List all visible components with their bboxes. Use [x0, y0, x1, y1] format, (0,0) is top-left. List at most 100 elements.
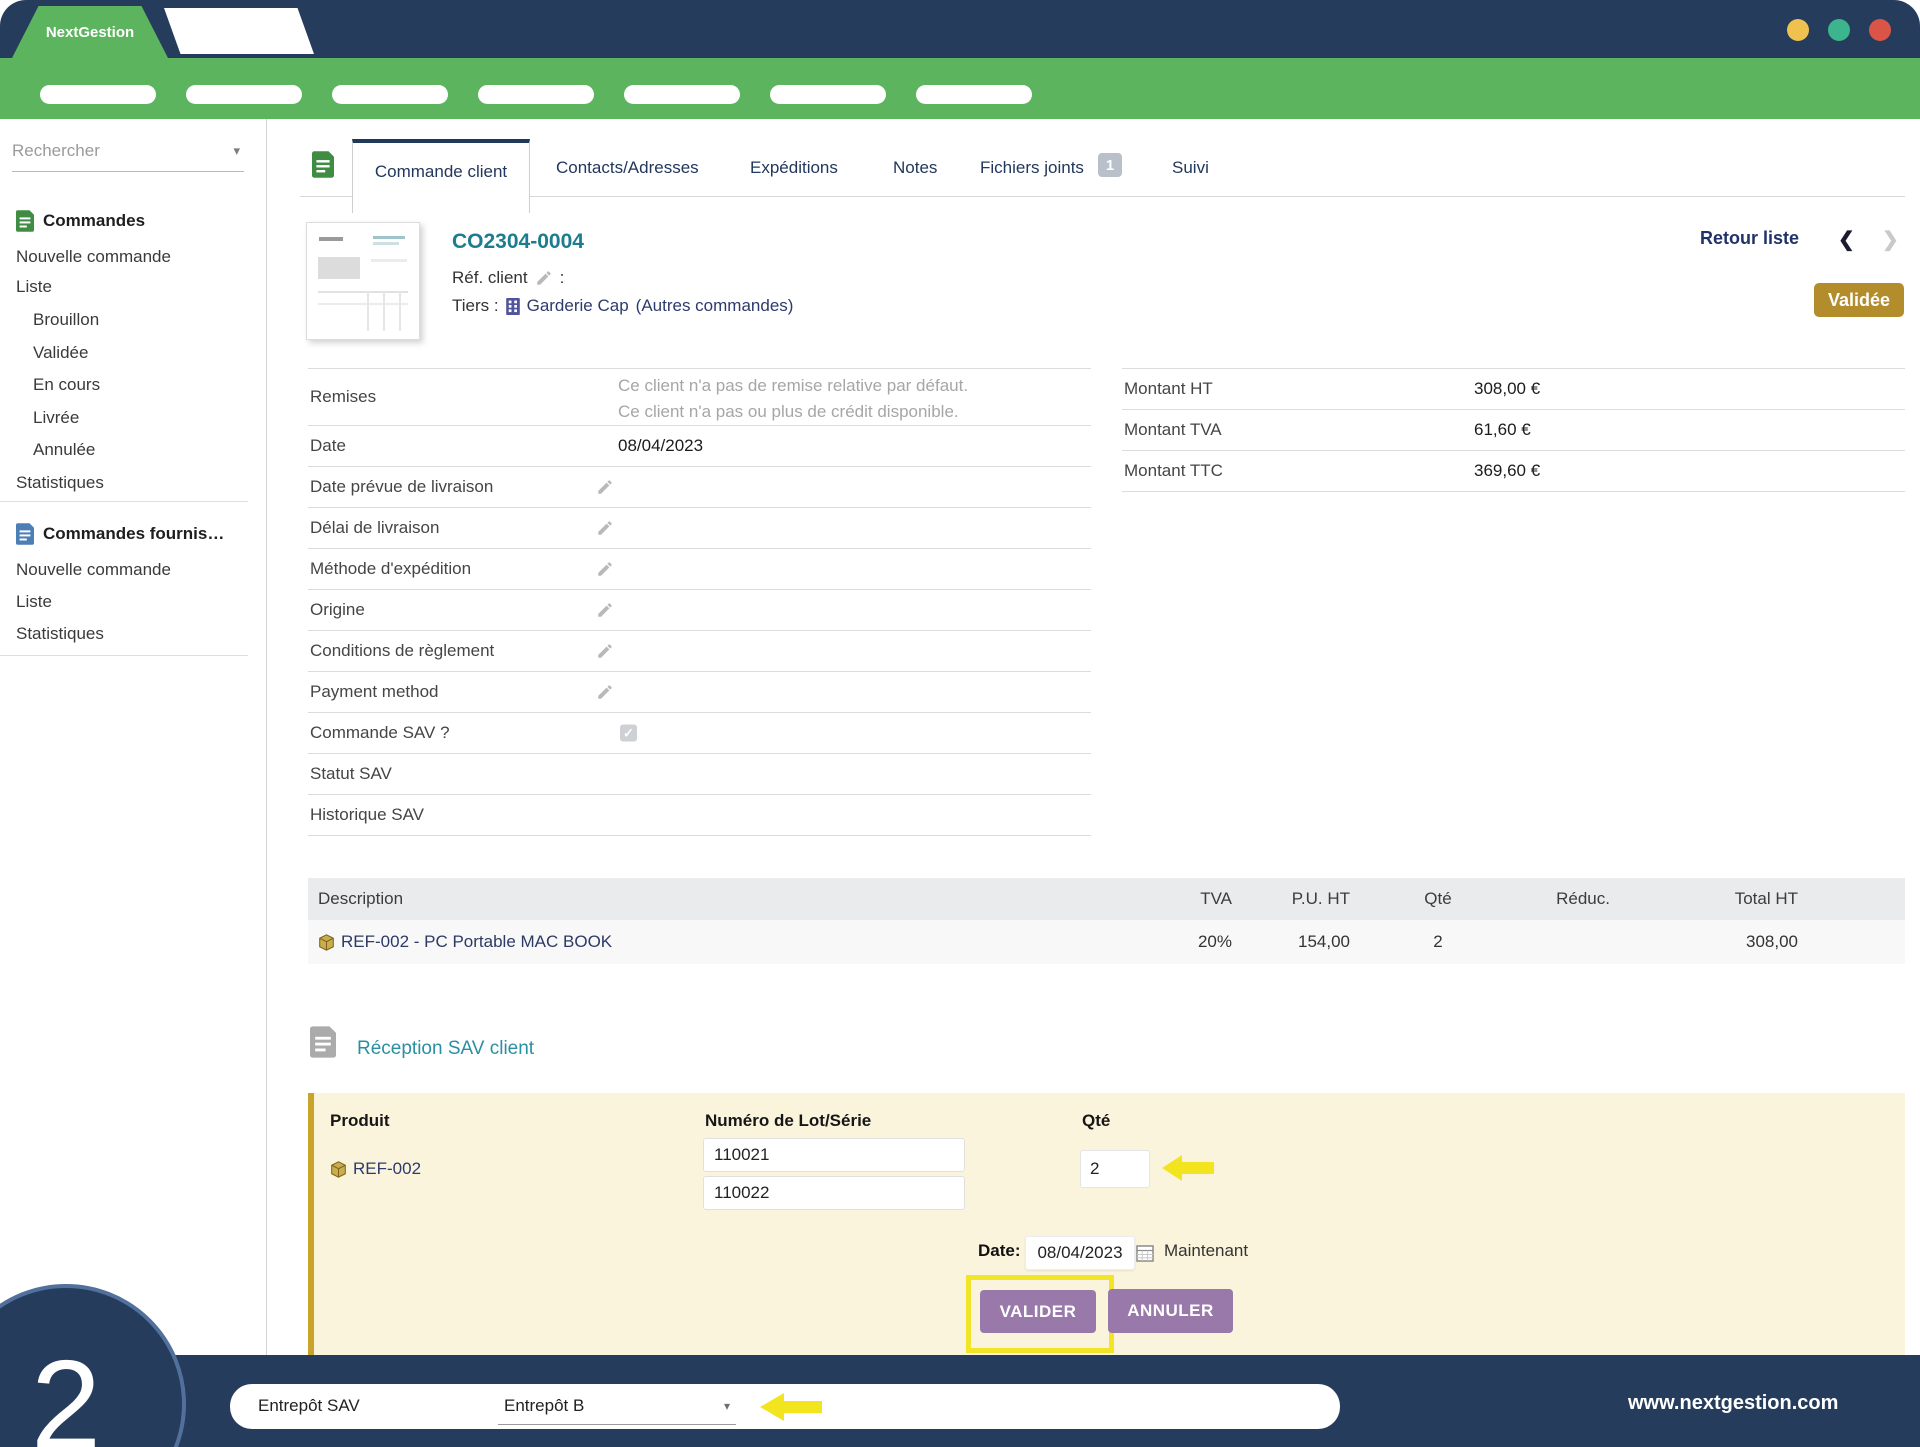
item-pu-ht: 154,00 — [1238, 932, 1350, 952]
sidebar-item-brouillon[interactable]: Brouillon — [33, 310, 99, 330]
attachments-count-badge: 1 — [1098, 153, 1122, 177]
window-dot-teal-icon — [1828, 19, 1850, 41]
edit-pencil-icon[interactable] — [596, 478, 614, 496]
calendar-icon[interactable] — [1136, 1244, 1154, 1262]
sidebar-item-en-cours[interactable]: En cours — [33, 375, 100, 395]
brand-logo: NextGestion — [46, 24, 134, 41]
order-lines-header: Description TVA P.U. HT Qté Réduc. Total… — [308, 878, 1905, 920]
menu-pill-placeholder[interactable] — [186, 85, 302, 104]
tab-suivi[interactable]: Suivi — [1172, 158, 1209, 178]
detail-label: Commande SAV ? — [310, 723, 450, 743]
product-ref: REF-002 — [330, 1159, 421, 1179]
table-row[interactable]: REF-002 - PC Portable MAC BOOK 20% 154,0… — [308, 920, 1905, 964]
sidebar-item-statistiques[interactable]: Statistiques — [16, 473, 104, 493]
col-header-produit: Produit — [330, 1111, 390, 1131]
edit-pencil-icon[interactable] — [596, 560, 614, 578]
lot-number-input-1[interactable] — [703, 1138, 965, 1172]
edit-pencil-icon[interactable] — [596, 519, 614, 537]
building-icon — [506, 298, 520, 315]
sidebar-item-livree[interactable]: Livrée — [33, 408, 79, 428]
tiers-name-link[interactable]: Garderie Cap — [527, 296, 629, 316]
sidebar-item-liste[interactable]: Liste — [16, 277, 52, 297]
search-input[interactable]: Rechercher ▾ — [12, 141, 244, 172]
cancel-button[interactable]: ANNULER — [1108, 1289, 1233, 1333]
sidebar-section-commandes-fournisseurs[interactable]: Commandes fournis… — [16, 523, 224, 545]
date-label: Date: — [978, 1241, 1021, 1261]
edit-pencil-icon[interactable] — [596, 683, 614, 701]
sidebar-section-title: Commandes fournis… — [43, 524, 224, 544]
item-total-ht: 308,00 — [1668, 932, 1798, 952]
detail-value: 08/04/2023 — [618, 436, 703, 456]
sidebar-item-annulee[interactable]: Annulée — [33, 440, 95, 460]
tab-notes[interactable]: Notes — [893, 158, 937, 178]
now-link[interactable]: Maintenant — [1164, 1241, 1248, 1261]
sidebar-item-liste-fournisseur[interactable]: Liste — [16, 592, 52, 612]
menu-pill-placeholder[interactable] — [770, 85, 886, 104]
warehouse-selected-value: Entrepôt B — [504, 1396, 584, 1416]
document-preview[interactable] — [306, 222, 420, 340]
tab-contacts-adresses[interactable]: Contacts/Adresses — [556, 158, 699, 178]
detail-label: Remises — [310, 387, 376, 407]
search-placeholder: Rechercher — [12, 141, 100, 160]
sidebar-item-nouvelle-commande[interactable]: Nouvelle commande — [16, 247, 171, 267]
window-dot-yellow-icon — [1787, 19, 1809, 41]
warehouse-select[interactable]: Entrepôt B ▾ — [498, 1390, 736, 1425]
product-ref-label: REF-002 — [353, 1159, 421, 1179]
order-number: CO2304-0004 — [452, 230, 584, 254]
sidebar-section-title: Commandes — [43, 211, 145, 231]
package-icon — [318, 934, 335, 951]
chevron-right-icon[interactable]: ❯ — [1882, 227, 1899, 252]
website-url: www.nextgestion.com — [1628, 1392, 1838, 1415]
sidebar-item-validee[interactable]: Validée — [33, 343, 88, 363]
menu-pill-placeholder[interactable] — [916, 85, 1032, 104]
reception-document-icon — [310, 1026, 336, 1063]
back-to-list-link[interactable]: Retour liste — [1700, 228, 1799, 249]
other-orders-link[interactable]: (Autres commandes) — [636, 296, 794, 316]
detail-label: Méthode d'expédition — [310, 559, 471, 579]
sav-checkbox[interactable]: ✓ — [620, 725, 637, 742]
tab-commande-client[interactable]: Commande client — [352, 139, 530, 213]
warehouse-toolbar: Entrepôt SAV Entrepôt B ▾ — [230, 1384, 1340, 1429]
lot-number-input-2[interactable] — [703, 1176, 965, 1210]
edit-pencil-icon[interactable] — [596, 642, 614, 660]
sidebar-item-statistiques-fournisseur[interactable]: Statistiques — [16, 624, 104, 644]
reception-sav-title[interactable]: Réception SAV client — [357, 1038, 534, 1060]
detail-row-delai: Délai de livraison — [308, 508, 1091, 549]
sidebar-section-commandes[interactable]: Commandes — [16, 210, 145, 232]
edit-pencil-icon[interactable] — [596, 601, 614, 619]
detail-row-origine: Origine — [308, 590, 1091, 631]
tab-fichiers-joints[interactable]: Fichiers joints — [980, 158, 1084, 178]
menu-pill-placeholder[interactable] — [624, 85, 740, 104]
item-description-link[interactable]: REF-002 - PC Portable MAC BOOK — [341, 932, 612, 952]
detail-row-commande-sav: Commande SAV ? ✓ — [308, 713, 1091, 754]
sidebar-divider — [0, 655, 248, 656]
order-document-icon — [312, 151, 334, 183]
total-label: Montant TTC — [1124, 461, 1223, 481]
date-input[interactable]: 08/04/2023 — [1025, 1236, 1135, 1270]
total-label: Montant TVA — [1124, 420, 1222, 440]
warehouse-label: Entrepôt SAV — [258, 1396, 360, 1416]
menu-pill-placeholder[interactable] — [478, 85, 594, 104]
detail-row-methode-expedition: Méthode d'expédition — [308, 549, 1091, 590]
col-header-lot-serie: Numéro de Lot/Série — [705, 1111, 871, 1131]
quantity-input[interactable] — [1080, 1150, 1150, 1188]
menu-pill-placeholder[interactable] — [40, 85, 156, 104]
order-lines-table: Description TVA P.U. HT Qté Réduc. Total… — [308, 878, 1905, 964]
menu-pill-placeholder[interactable] — [332, 85, 448, 104]
col-header-total-ht: Total HT — [1668, 889, 1798, 909]
detail-row-statut-sav: Statut SAV — [308, 754, 1091, 795]
tab-bar-divider — [300, 196, 1905, 197]
edit-pencil-icon[interactable] — [535, 269, 553, 287]
item-tva: 20% — [1098, 932, 1232, 952]
ref-client-line: Réf. client : — [452, 268, 564, 288]
chevron-left-icon[interactable]: ❮ — [1838, 227, 1855, 252]
app-window: NextGestion Rechercher ▾ Commandes Nouve… — [0, 0, 1920, 1447]
col-header-reduc: Réduc. — [1498, 889, 1610, 909]
tab-expeditions[interactable]: Expéditions — [750, 158, 838, 178]
reception-sav-panel: Produit Numéro de Lot/Série Qté REF-002 … — [308, 1093, 1905, 1360]
sidebar-item-nouvelle-commande-fournisseur[interactable]: Nouvelle commande — [16, 560, 171, 580]
item-qte: 2 — [1398, 932, 1478, 952]
validate-button[interactable]: VALIDER — [980, 1290, 1096, 1333]
tiers-line: Tiers : Garderie Cap (Autres commandes) — [452, 296, 793, 316]
detail-row-date: Date 08/04/2023 — [308, 426, 1091, 467]
